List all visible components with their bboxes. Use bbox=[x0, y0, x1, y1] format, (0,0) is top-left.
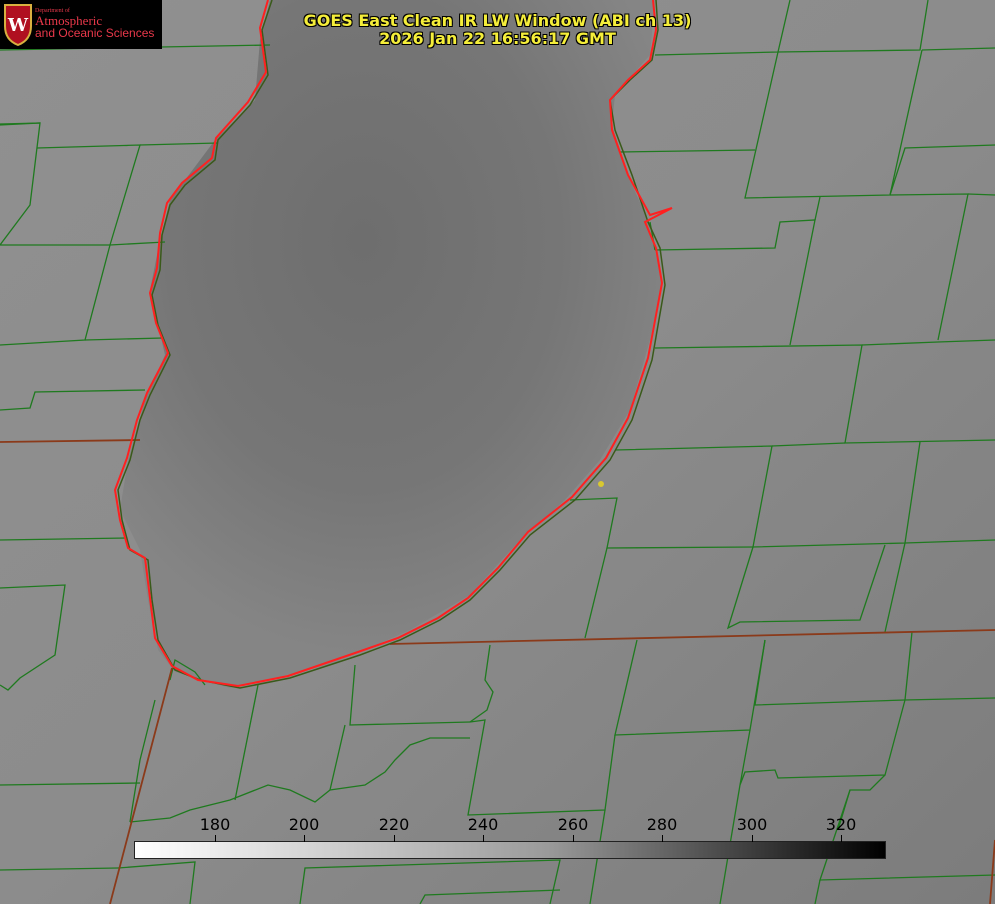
image-title: GOES East Clean IR LW Window (ABI ch 13) bbox=[303, 11, 692, 30]
colorbar-tick-mark bbox=[573, 835, 574, 842]
image-timestamp: 2026 Jan 22 16:56:17 GMT bbox=[379, 29, 616, 48]
colorbar-tick-label: 220 bbox=[378, 815, 410, 834]
colorbar-tick-label: 200 bbox=[288, 815, 320, 834]
colorbar-tick-label: 300 bbox=[736, 815, 768, 834]
colorbar-tick-label: 180 bbox=[199, 815, 231, 834]
colorbar-tick-mark bbox=[841, 835, 842, 842]
colorbar-tick-mark bbox=[752, 835, 753, 842]
location-marker bbox=[598, 481, 604, 487]
colorbar-tick-mark bbox=[483, 835, 484, 842]
colorbar-tick-mark bbox=[662, 835, 663, 842]
colorbar-tick-mark bbox=[304, 835, 305, 842]
satellite-map bbox=[0, 0, 995, 904]
colorbar-tick-label: 240 bbox=[467, 815, 499, 834]
colorbar-tick-label: 320 bbox=[825, 815, 857, 834]
colorbar-tick-label: 260 bbox=[557, 815, 589, 834]
colorbar-tick-mark bbox=[215, 835, 216, 842]
temperature-colorbar bbox=[134, 841, 886, 859]
colorbar-tick-mark bbox=[394, 835, 395, 842]
colorbar-tick-label: 280 bbox=[646, 815, 678, 834]
